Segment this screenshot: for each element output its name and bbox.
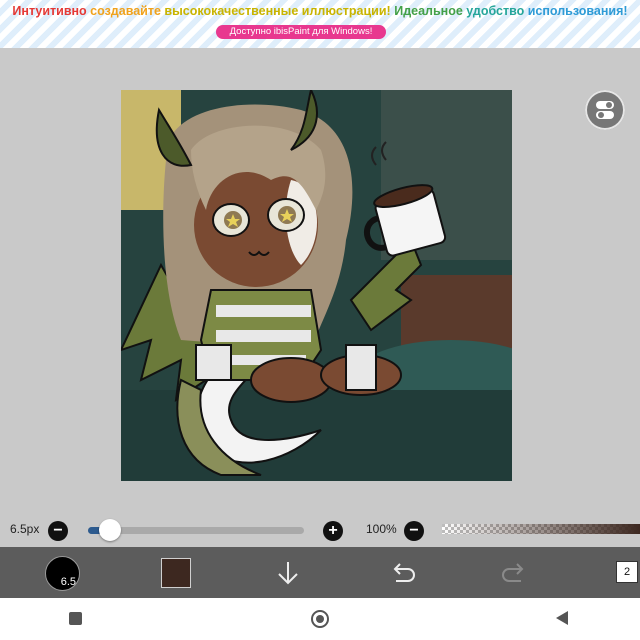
arrow-down-icon	[278, 561, 298, 584]
brush-settings-row: 6.5px − + 100% −	[0, 515, 640, 547]
home-dot	[316, 615, 324, 623]
opacity-decrease-button[interactable]: −	[404, 521, 424, 541]
opacity-label: 100%	[366, 522, 397, 536]
minus-icon: −	[409, 522, 419, 539]
minus-icon: −	[53, 522, 63, 539]
toggle-switch-icon	[596, 101, 614, 119]
brush-size-badge: 6.5	[60, 576, 76, 588]
banner-segment-4: Идеальное	[394, 4, 467, 18]
drawing-canvas[interactable]	[121, 90, 512, 481]
home-circle-icon[interactable]	[311, 610, 329, 628]
bottom-toolbar: 6.5	[0, 547, 640, 598]
opacity-slider[interactable]	[442, 524, 640, 534]
promo-banner[interactable]: Интуитивно создавайте высококачественные…	[0, 0, 640, 48]
undo-icon	[393, 562, 415, 582]
windows-promo-button[interactable]: Доступно ibisPaint для Windows!	[216, 25, 386, 39]
redo-button[interactable]	[495, 547, 535, 598]
layers-button[interactable]: 2	[616, 561, 638, 583]
brush-size-button[interactable]: 6.5	[45, 556, 80, 591]
banner-segment-5: удобство	[466, 4, 528, 18]
color-swatch-button[interactable]	[161, 558, 191, 588]
layer-toggle-button[interactable]	[585, 90, 625, 130]
banner-segment-2: создавайте	[90, 4, 165, 18]
move-down-button[interactable]	[268, 547, 308, 598]
system-nav-bar	[0, 598, 640, 640]
artwork-illustration	[121, 90, 512, 481]
back-triangle-icon[interactable]	[555, 610, 569, 626]
redo-icon	[502, 562, 524, 582]
canvas-workspace[interactable]	[0, 48, 640, 515]
recents-square-icon[interactable]	[69, 612, 82, 625]
banner-segment-1: Интуитивно	[12, 4, 91, 18]
brush-size-label: 6.5px	[10, 522, 40, 536]
slider-thumb[interactable]	[98, 519, 121, 541]
banner-segment-6: использования!	[527, 4, 628, 18]
banner-headline: Интуитивно создавайте высококачественные…	[0, 4, 640, 18]
plus-icon: +	[328, 522, 338, 539]
size-decrease-button[interactable]: −	[48, 521, 68, 541]
brush-size-slider[interactable]	[88, 519, 304, 541]
banner-segment-3: высококачественные иллюстрации!	[164, 4, 395, 18]
layers-count: 2	[623, 566, 631, 578]
undo-button[interactable]	[382, 547, 422, 598]
size-increase-button[interactable]: +	[323, 521, 343, 541]
